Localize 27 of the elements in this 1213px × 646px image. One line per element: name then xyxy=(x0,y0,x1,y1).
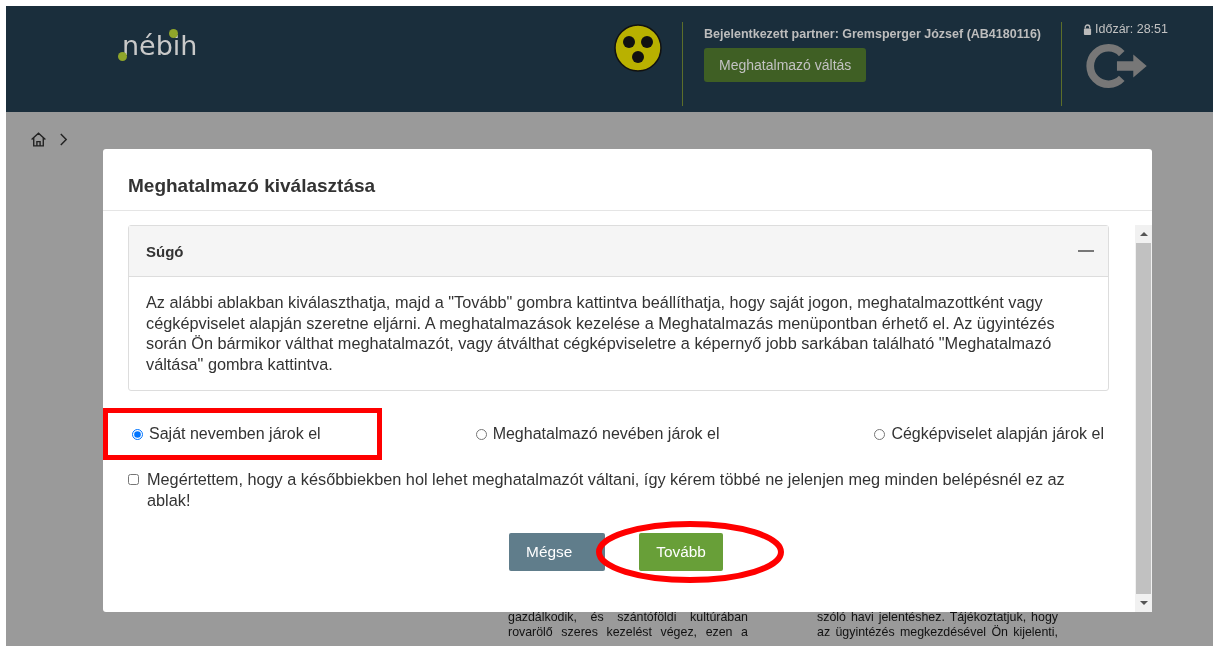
option-label[interactable]: Cégképviselet alapján járok el xyxy=(891,425,1104,444)
option-label[interactable]: Meghatalmazó nevében járok el xyxy=(492,425,720,444)
help-text: Az alábbi ablakban kiválaszthatja, majd a "Tovább" gombra kattintva beállíthatja, hogy saját jogon, meghatalmazottként vagy cégképviselet alapján szeretne eljárni. A meghatalmazások kezelése a Meghatalmazás menüpontban érhető el. Az ügyintézés során Ön bármikor válthat meghatalmazót, vagy átválthat cégképviseletre a képernyő jobb sarkában található "Meghatalmazó váltása" gombra kattintva. xyxy=(145,292,1056,375)
scrollbar[interactable] xyxy=(1135,225,1152,612)
body-text-line: gazdálkodik, és szántóföldi kultúrában xyxy=(508,610,748,625)
home-icon[interactable] xyxy=(30,131,47,148)
radio-button[interactable] xyxy=(132,428,143,440)
logout-icon[interactable] xyxy=(1083,42,1149,90)
chevron-icon xyxy=(59,132,68,147)
scroll-down-icon[interactable] xyxy=(1139,600,1148,606)
modal-title: Meghatalmazó kiválasztása xyxy=(103,149,1152,211)
cancel-button[interactable]: Mégse xyxy=(509,532,606,571)
switch-button[interactable]: Meghatalmazó váltás xyxy=(704,48,867,82)
radio-button[interactable] xyxy=(874,428,886,440)
body-text-line: szóló havi jelentéshez. Tájékoztatjuk, hogy xyxy=(817,610,1058,625)
partner-label: Bejelentkezett partner: Gremsperger József (AB4180116) xyxy=(704,27,1041,41)
session-timer: Időzár: 28:51 xyxy=(1095,22,1168,36)
body-text-line: rovarölő szeres kezelést végez, ezen a xyxy=(508,625,748,640)
help-title: Súgó xyxy=(146,242,184,260)
radio-button[interactable] xyxy=(475,428,487,440)
option-label[interactable]: Saját nevemben járok el xyxy=(149,425,321,444)
checkbox-label[interactable]: Megértettem, hogy a későbbiekben hol lehet meghatalmazót váltani, így kérem többé ne jelenjen meg minden belépésnél ez az ablak! xyxy=(147,469,1109,511)
body-text-line: az ügyintézés megkezdésével Ön kijelenti, xyxy=(817,625,1058,640)
checkbox[interactable] xyxy=(128,474,139,486)
lock-icon xyxy=(1083,23,1092,35)
scroll-up-icon[interactable] xyxy=(1139,231,1148,237)
accessibility-icon[interactable] xyxy=(614,24,663,72)
